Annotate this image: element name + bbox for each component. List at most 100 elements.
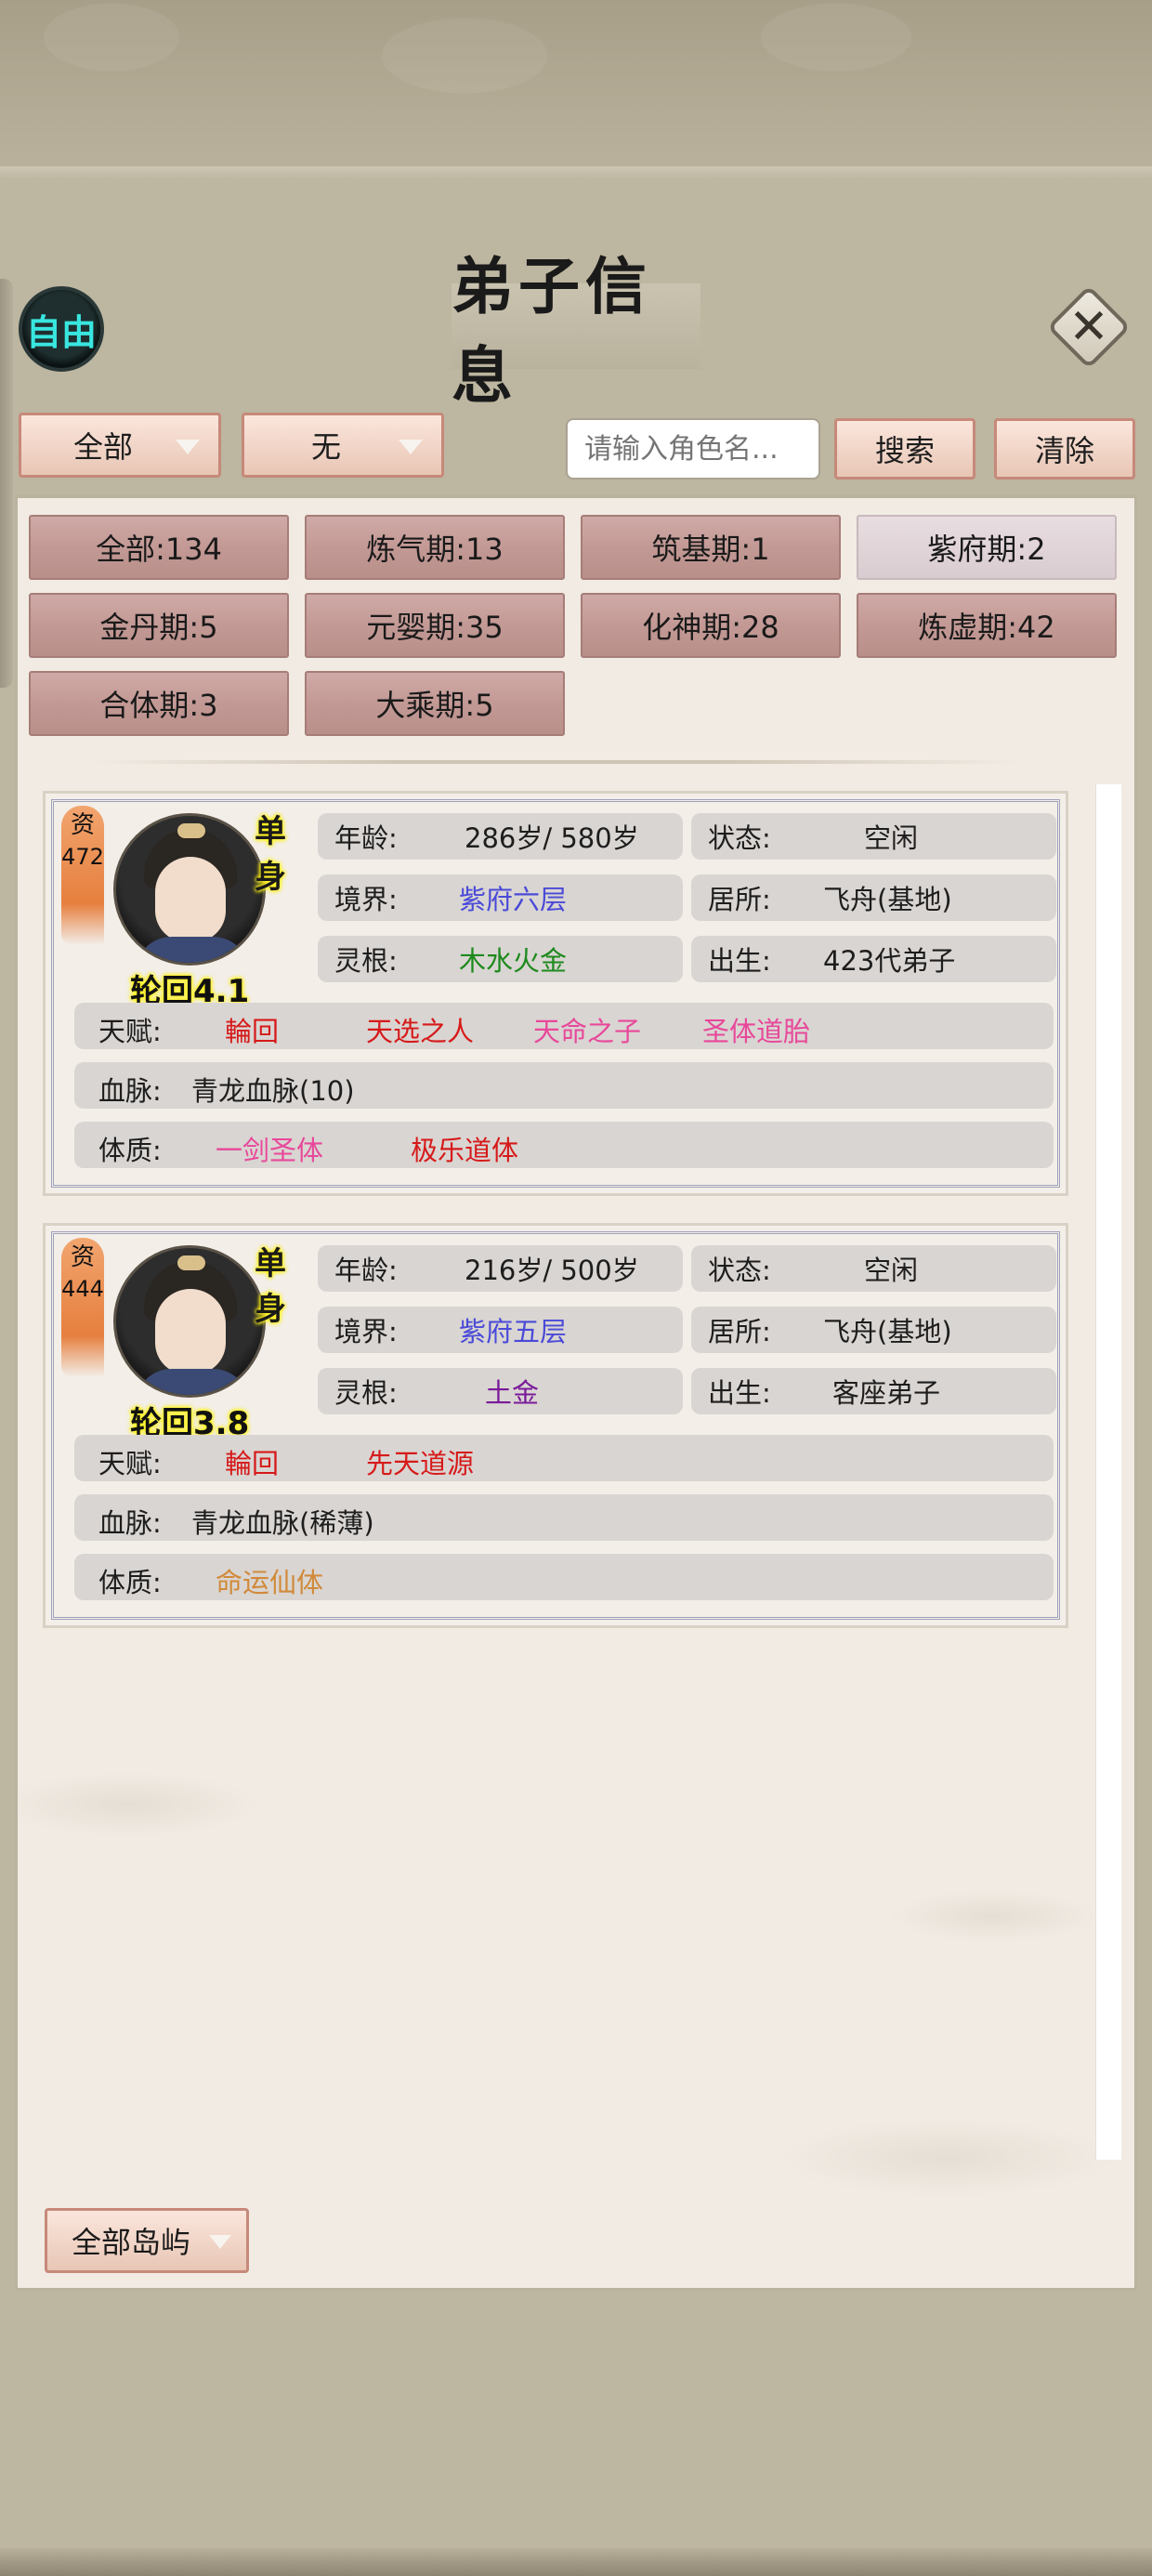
- origin-value: 423代弟子: [823, 945, 956, 977]
- realm-filter-label: 元婴期:35: [366, 610, 504, 645]
- realm-filter-all[interactable]: 全部:134: [29, 515, 289, 580]
- close-button[interactable]: ✕: [1046, 284, 1132, 370]
- disciple-card-frame: 资 444 单身 轮回3.8 年龄: 216岁/ 500岁 状态: 空闲 境界:…: [51, 1231, 1060, 1620]
- top-decor-band: [0, 0, 1152, 179]
- bloodline-row: 血脉: 青龙血脉(稀薄): [74, 1494, 1054, 1541]
- free-mode-badge[interactable]: 自由: [19, 286, 104, 372]
- physique-tag[interactable]: 命运仙体: [216, 1561, 323, 1600]
- realm-filter-label: 筑基期:1: [651, 532, 770, 567]
- talent-tag[interactable]: 輪回: [225, 1010, 279, 1049]
- age-cell: 年龄: 216岁/ 500岁: [318, 1245, 683, 1292]
- disciple-panel: 全部:134 炼气期:13 筑基期:1 紫府期:2 金丹期:5 元婴期:35 化…: [15, 495, 1137, 2291]
- chevron-down-icon: [176, 440, 200, 454]
- filter-none-label: 无: [310, 429, 341, 465]
- aptitude-badge: 资 444: [61, 1238, 104, 1377]
- origin-cell: 出生: 客座弟子: [691, 1368, 1056, 1414]
- free-badge-label: 自由: [25, 311, 97, 353]
- filter-all-dropdown[interactable]: 全部: [19, 413, 221, 478]
- avatar[interactable]: [113, 1245, 266, 1398]
- realm-filter-label: 紫府期:2: [927, 532, 1046, 567]
- avatar-ornament: [177, 1255, 205, 1270]
- aptitude-value: 472: [61, 844, 104, 870]
- talent-tag[interactable]: 天选之人: [366, 1010, 474, 1049]
- residence-value: 飞舟(基地): [823, 1316, 952, 1347]
- talent-tag[interactable]: 圣体道胎: [702, 1010, 810, 1049]
- bamboo-decor: [18, 1637, 1134, 2288]
- bloodline-value: 青龙血脉(稀薄): [191, 1507, 374, 1539]
- realm-filter-integration[interactable]: 合体期:3: [29, 671, 289, 736]
- avatar-block: 资 472 单身 轮回4.1: [61, 806, 303, 1010]
- age-cell: 年龄: 286岁/ 580岁: [318, 813, 683, 860]
- realm-filter-foundation[interactable]: 筑基期:1: [581, 515, 841, 580]
- root-value: 木水火金: [459, 945, 568, 977]
- avatar-face: [155, 1289, 226, 1374]
- root-cell: 灵根: 土金: [318, 1368, 683, 1414]
- realm-filter-label: 炼虚期:42: [918, 610, 1055, 645]
- realm-filter-spirit[interactable]: 化神期:28: [581, 593, 841, 658]
- talent-row: 天赋: 輪回 天选之人 天命之子 圣体道胎: [74, 1003, 1054, 1049]
- talent-tag[interactable]: 先天道源: [366, 1442, 474, 1481]
- origin-label: 出生:: [708, 1377, 771, 1409]
- status-label: 状态:: [708, 1255, 771, 1286]
- physique-tag[interactable]: 极乐道体: [411, 1129, 518, 1168]
- bloodline-value: 青龙血脉(10): [191, 1075, 355, 1107]
- realm-label: 境界:: [334, 1316, 398, 1347]
- age-value: 216岁/ 500岁: [465, 1255, 639, 1286]
- status-value: 空闲: [864, 822, 919, 854]
- island-filter-dropdown[interactable]: 全部岛屿: [45, 2208, 249, 2273]
- side-edge-tab[interactable]: [0, 279, 13, 688]
- status-value: 空闲: [864, 1255, 919, 1286]
- bloodline-label: 血脉:: [98, 1075, 162, 1107]
- age-label: 年龄:: [334, 1255, 398, 1286]
- realm-filter-zifu[interactable]: 紫府期:2: [857, 515, 1117, 580]
- realm-filter-label: 化神期:28: [642, 610, 779, 645]
- avatar[interactable]: [113, 813, 266, 966]
- realm-filter-nascent-soul[interactable]: 元婴期:35: [305, 593, 565, 658]
- avatar-face: [155, 857, 226, 942]
- filter-none-dropdown[interactable]: 无: [242, 413, 444, 478]
- talent-tag[interactable]: 天命之子: [533, 1010, 641, 1049]
- talent-tag[interactable]: 輪回: [225, 1442, 279, 1481]
- search-button[interactable]: 搜索: [834, 418, 975, 480]
- realm-filter-label: 合体期:3: [99, 688, 218, 723]
- realm-filter-mahayana[interactable]: 大乘期:5: [305, 671, 565, 736]
- realm-label: 境界:: [334, 884, 398, 915]
- origin-cell: 出生: 423代弟子: [691, 936, 1056, 982]
- realm-value: 紫府五层: [459, 1316, 568, 1347]
- marital-status-tag: 单身: [255, 1245, 286, 1328]
- age-label: 年龄:: [334, 822, 398, 854]
- realm-filter-void[interactable]: 炼虚期:42: [857, 593, 1117, 658]
- avatar-block: 资 444 单身 轮回3.8: [61, 1238, 303, 1442]
- search-button-label: 搜索: [874, 433, 935, 468]
- disciple-card[interactable]: 资 472 单身 轮回4.1 年龄: 286岁/ 580岁 状态: 空闲 境界:…: [43, 791, 1068, 1196]
- physique-label: 体质:: [98, 1135, 162, 1166]
- status-label: 状态:: [708, 822, 771, 854]
- talent-label: 天赋:: [98, 1016, 162, 1047]
- physique-row: 体质: 命运仙体: [74, 1554, 1054, 1600]
- physique-tag[interactable]: 一剑圣体: [216, 1129, 323, 1168]
- talent-label: 天赋:: [98, 1448, 162, 1479]
- talent-row: 天赋: 輪回 先天道源: [74, 1435, 1054, 1481]
- realm-cell: 境界: 紫府五层: [318, 1307, 683, 1353]
- marital-status-tag: 单身: [255, 813, 286, 896]
- chevron-down-icon: [399, 440, 423, 454]
- clear-button[interactable]: 清除: [994, 418, 1135, 480]
- status-cell: 状态: 空闲: [691, 1245, 1056, 1292]
- root-label: 灵根:: [334, 1377, 398, 1409]
- residence-label: 居所:: [708, 884, 771, 915]
- chevron-down-icon: [209, 2235, 231, 2249]
- realm-filter-qi[interactable]: 炼气期:13: [305, 515, 565, 580]
- realm-value: 紫府六层: [459, 884, 568, 915]
- aptitude-value: 444: [61, 1276, 104, 1302]
- root-value: 土金: [485, 1377, 540, 1409]
- physique-label: 体质:: [98, 1567, 162, 1598]
- realm-filter-golden-core[interactable]: 金丹期:5: [29, 593, 289, 658]
- list-scrollbar[interactable]: [1095, 784, 1121, 2160]
- avatar-ornament: [177, 823, 205, 838]
- search-input[interactable]: [566, 418, 820, 480]
- realm-filter-label: 炼气期:13: [366, 532, 504, 567]
- avatar-robe: [135, 937, 250, 963]
- bloodline-row: 血脉: 青龙血脉(10): [74, 1062, 1054, 1109]
- close-icon: ✕: [1068, 299, 1109, 355]
- disciple-card[interactable]: 资 444 单身 轮回3.8 年龄: 216岁/ 500岁 状态: 空闲 境界:…: [43, 1223, 1068, 1628]
